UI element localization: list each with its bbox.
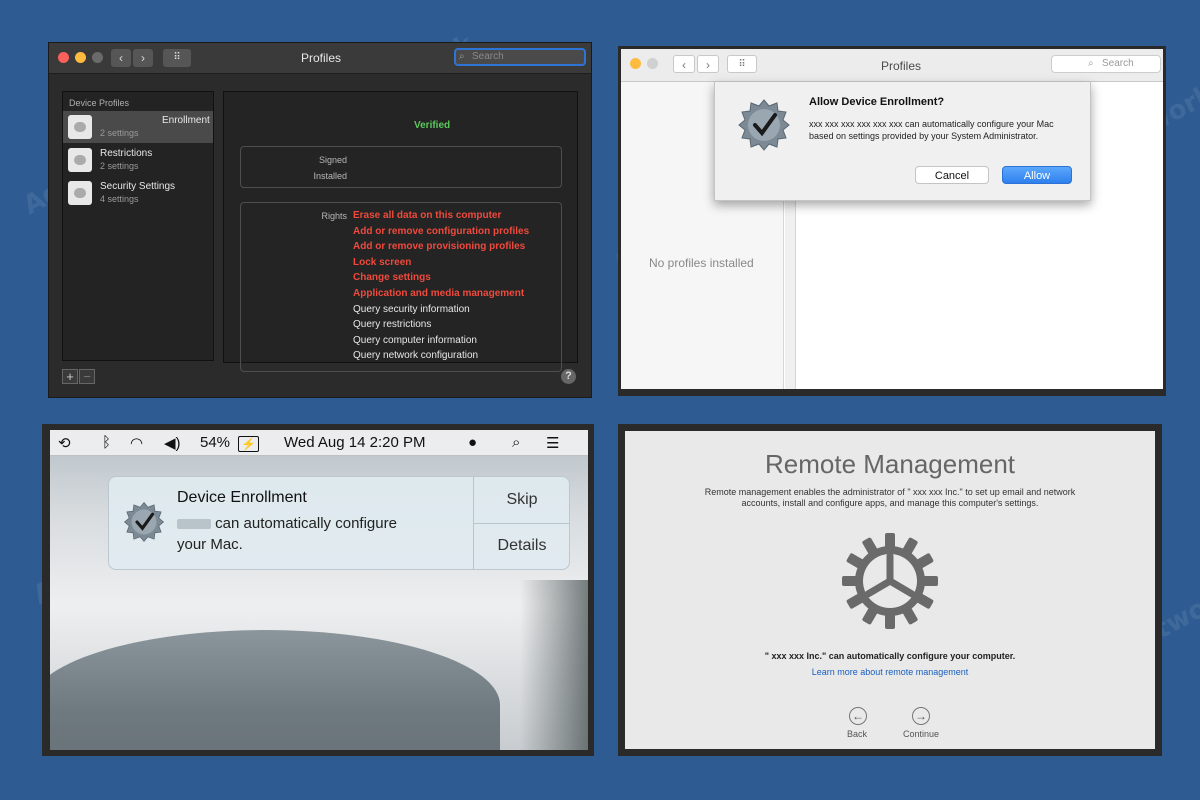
back-button[interactable]: ← bbox=[849, 707, 867, 725]
rights-label: Rights bbox=[321, 211, 347, 221]
chevron-left-icon: ‹ bbox=[119, 51, 123, 65]
add-profile-button[interactable]: + bbox=[62, 369, 78, 384]
profile-detail-pane: Verified Signed Installed Rights Erase a… bbox=[223, 91, 578, 372]
sidebar-header: Device Profiles bbox=[69, 98, 130, 108]
back-button[interactable]: ‹ bbox=[673, 55, 695, 73]
arrow-left-icon: ← bbox=[852, 709, 864, 723]
right-item: Add or remove configuration profiles bbox=[353, 225, 530, 237]
verified-status: Verified bbox=[414, 120, 451, 131]
minimize-button[interactable] bbox=[75, 52, 86, 63]
title-bar: ‹ › ⠿ Profiles ⌕ Search bbox=[621, 49, 1163, 82]
menu-clock[interactable]: Wed Aug 14 2:20 PM bbox=[284, 434, 425, 451]
menu-bar: ⟲ ᛒ ◠ ◀) 54% ⚡ Wed Aug 14 2:20 PM ● ⌕ ☰ bbox=[50, 430, 588, 456]
desktop-notification-screen: ⟲ ᛒ ◠ ◀) 54% ⚡ Wed Aug 14 2:20 PM ● ⌕ ☰ … bbox=[42, 424, 594, 756]
battery-icon[interactable]: ⚡ bbox=[238, 436, 259, 452]
remote-management-screen: Remote Management Remote management enab… bbox=[618, 424, 1162, 756]
sidebar-item-enrollment[interactable]: Enrollment 2 settings bbox=[63, 111, 213, 143]
notification-body: can automatically configure your Mac. bbox=[177, 515, 397, 553]
profiles-window-light: ‹ › ⠿ Profiles ⌕ Search No profiles inst… bbox=[618, 46, 1166, 396]
installed-label: Installed bbox=[313, 171, 347, 181]
allow-button[interactable]: Allow bbox=[1002, 166, 1072, 184]
help-button[interactable]: ? bbox=[561, 369, 576, 384]
profile-icon bbox=[68, 181, 92, 205]
battery-percent[interactable]: 54% bbox=[200, 434, 230, 451]
details-button[interactable]: Details bbox=[474, 523, 569, 569]
page-title: Remote Management bbox=[764, 449, 1016, 479]
empty-profiles-text: No profiles installed bbox=[649, 256, 754, 270]
right-item: Query network configuration bbox=[353, 350, 479, 362]
signed-label: Signed bbox=[318, 155, 347, 165]
skip-button[interactable]: Skip bbox=[474, 477, 569, 524]
right-item: Query restrictions bbox=[353, 319, 432, 331]
spotlight-icon[interactable]: ⌕ bbox=[512, 434, 520, 451]
minimize-button[interactable] bbox=[647, 58, 658, 69]
rights-box: Rights Erase all data on this computer Ad… bbox=[240, 202, 562, 372]
chevron-right-icon: › bbox=[141, 51, 145, 65]
dialog-body: xxx xxx xxx xxx xxx xxx can automaticall… bbox=[809, 119, 1054, 141]
gear-icon bbox=[842, 533, 938, 629]
show-all-button[interactable]: ⠿ bbox=[727, 55, 757, 73]
enrollment-notification[interactable]: Device Enrollment can automatically conf… bbox=[108, 476, 570, 570]
right-item: Lock screen bbox=[353, 256, 412, 268]
search-icon: ⌕ bbox=[459, 51, 465, 62]
grid-icon: ⠿ bbox=[738, 59, 746, 70]
certificate-check-icon bbox=[123, 501, 165, 543]
zoom-button[interactable] bbox=[92, 52, 103, 63]
profiles-sidebar: Device Profiles Enrollment 2 settings Re… bbox=[62, 91, 214, 361]
window-title: Profiles bbox=[880, 59, 921, 73]
window-title: Profiles bbox=[300, 51, 341, 65]
dialog-title: Allow Device Enrollment? bbox=[809, 96, 945, 108]
bluetooth-icon[interactable]: ᛒ bbox=[102, 434, 111, 451]
right-item: Add or remove provisioning profiles bbox=[353, 241, 526, 253]
redacted-name bbox=[177, 519, 211, 530]
search-input[interactable]: ⌕ Search bbox=[454, 48, 586, 66]
continue-button[interactable]: → bbox=[912, 707, 930, 725]
wallpaper-mountain bbox=[50, 630, 500, 750]
wallpaper-trees bbox=[520, 580, 588, 750]
volume-icon[interactable]: ◀) bbox=[164, 434, 181, 452]
continue-label: Continue bbox=[903, 729, 940, 739]
certificate-check-icon bbox=[738, 99, 790, 151]
forward-button[interactable]: › bbox=[697, 55, 719, 73]
search-icon: ⌕ bbox=[1088, 58, 1094, 69]
title-bar: ‹ › ⠿ Profiles ⌕ Search bbox=[49, 43, 591, 74]
remove-profile-button[interactable]: − bbox=[79, 369, 95, 384]
show-all-button[interactable]: ⠿ bbox=[163, 49, 191, 67]
sidebar-item-security-settings[interactable]: Security Settings 4 settings bbox=[63, 177, 213, 209]
profiles-window-dark: ‹ › ⠿ Profiles ⌕ Search Device Profiles … bbox=[48, 42, 592, 398]
close-button[interactable] bbox=[630, 58, 641, 69]
right-item: Change settings bbox=[353, 272, 431, 284]
forward-button[interactable]: › bbox=[133, 49, 153, 67]
right-item: Query security information bbox=[353, 303, 470, 315]
profile-icon bbox=[68, 148, 92, 172]
wifi-icon[interactable]: ◠ bbox=[130, 434, 143, 452]
right-item: Erase all data on this computer bbox=[353, 210, 502, 221]
notification-center-icon[interactable]: ☰ bbox=[546, 434, 559, 452]
cancel-button[interactable]: Cancel bbox=[915, 166, 989, 184]
learn-more-link[interactable]: Learn more about remote management bbox=[625, 667, 1155, 677]
notification-actions: Skip Details bbox=[473, 477, 569, 569]
time-machine-icon[interactable]: ⟲ bbox=[58, 434, 71, 452]
back-button[interactable]: ‹ bbox=[111, 49, 131, 67]
close-button[interactable] bbox=[58, 52, 69, 63]
right-item: Query computer information bbox=[353, 334, 477, 346]
chevron-right-icon: › bbox=[706, 58, 710, 72]
profile-icon bbox=[68, 115, 92, 139]
configure-statement: " xxx xxx Inc." can automatically config… bbox=[764, 651, 1016, 661]
sidebar-item-restrictions[interactable]: Restrictions 2 settings bbox=[63, 144, 213, 176]
right-item: Application and media management bbox=[353, 287, 525, 299]
arrow-right-icon: → bbox=[915, 709, 927, 723]
signature-box: Signed Installed bbox=[240, 146, 562, 188]
rights-list: Erase all data on this computer Add or re… bbox=[353, 208, 529, 364]
back-label: Back bbox=[847, 729, 868, 739]
remote-management-description: Remote management enables the administra… bbox=[704, 487, 1076, 508]
allow-enrollment-dialog: Allow Device Enrollment? xxx xxx xxx xxx… bbox=[714, 82, 1091, 201]
chevron-left-icon: ‹ bbox=[682, 58, 686, 72]
user-icon[interactable]: ● bbox=[468, 434, 477, 451]
search-input[interactable]: ⌕ Search bbox=[1051, 55, 1161, 73]
notification-title: Device Enrollment bbox=[177, 489, 307, 506]
grid-icon: ⠿ bbox=[173, 52, 181, 63]
